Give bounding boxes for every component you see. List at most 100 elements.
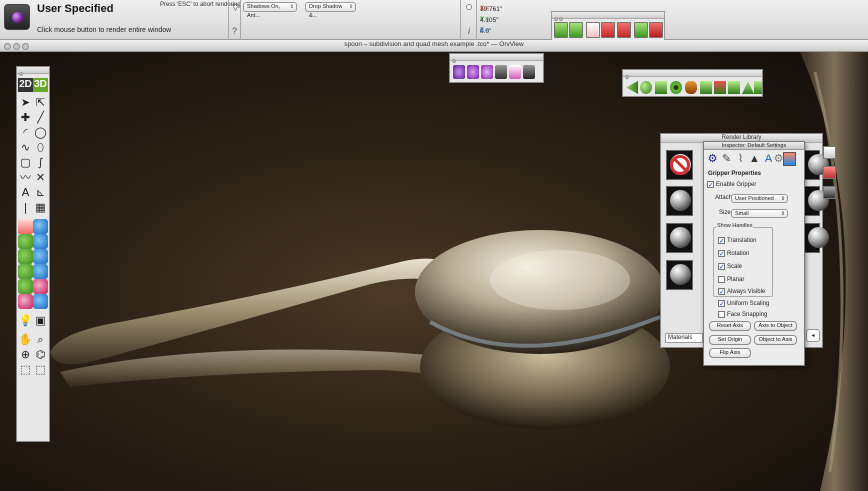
mode-3d-button[interactable]: 3D [33, 78, 48, 92]
render-icon[interactable]: ▣ [33, 313, 48, 328]
gear-prim-icon[interactable] [714, 81, 726, 94]
arc-icon[interactable]: ◜ [18, 125, 33, 140]
funnel-icon[interactable]: ▽ [232, 2, 239, 13]
size-select[interactable]: Small ⇕ [731, 209, 788, 218]
gripper-tab-icon[interactable] [783, 152, 796, 166]
material-swatch[interactable] [666, 223, 693, 253]
render-window-icon[interactable] [509, 65, 521, 79]
loft-icon[interactable]: . [33, 234, 48, 249]
line-icon[interactable]: ╱ [33, 110, 48, 125]
helix-prim-icon[interactable] [728, 81, 740, 94]
sphere-icon[interactable]: . [18, 279, 33, 294]
cube-icon[interactable]: . [33, 264, 48, 279]
help-icon[interactable]: ? [232, 26, 237, 36]
coord-mode-radio[interactable] [466, 4, 472, 10]
drop-shadow-select[interactable]: Drop Shadow &... ⇕ [305, 2, 356, 19]
sphere-prim-icon[interactable] [640, 81, 652, 94]
always-visible-checkbox[interactable]: ✓ Always Visible [718, 288, 765, 296]
view-top-button[interactable] [617, 22, 631, 38]
orbit-icon[interactable]: ⊕ [18, 347, 33, 362]
cone-light-icon[interactable]: ▲ [748, 152, 761, 166]
cube-view-icon[interactable]: ⬚ [18, 362, 33, 377]
flip-axis-button[interactable]: Flip Axis [709, 348, 751, 358]
text-icon[interactable]: A [18, 185, 33, 200]
light-icon[interactable]: 💡 [18, 313, 33, 328]
rectangle-icon[interactable]: ▢ [18, 155, 33, 170]
pencil-icon[interactable]: ✎ [720, 152, 733, 166]
axis-to-object-button[interactable]: Axis to Object [754, 321, 797, 331]
render-region-icon[interactable] [467, 65, 479, 79]
shadows-mode-select[interactable]: Shadows On, Ant... ⇕ [243, 2, 297, 19]
material-swatch[interactable] [666, 186, 693, 216]
render-settings-icon[interactable] [495, 65, 507, 79]
walk-icon[interactable]: ⌬ [33, 347, 48, 362]
info-icon[interactable]: i [468, 26, 470, 36]
render-selection-icon[interactable] [481, 65, 493, 79]
dimension-icon[interactable]: ⊾ [33, 185, 48, 200]
uniform-scaling-checkbox[interactable]: ✓ Uniform Scaling [718, 300, 769, 308]
material-swatch[interactable] [804, 150, 829, 180]
circle-icon[interactable]: ◯ [33, 125, 48, 140]
reset-axis-button[interactable]: Reset Axis [709, 321, 751, 331]
boolean-icon[interactable]: . [18, 264, 33, 279]
point-icon[interactable]: ✚ [18, 110, 33, 125]
attach-select[interactable]: User Positioned ⇕ [731, 194, 788, 203]
camera-icon[interactable]: ⬚ [33, 362, 48, 377]
zoom-icon[interactable]: ⌕ [33, 332, 48, 347]
view-front-button[interactable] [586, 22, 600, 38]
material-swatch[interactable] [666, 260, 693, 290]
material-none-swatch[interactable] [666, 150, 693, 180]
set-origin-button[interactable]: Set Origin [709, 335, 751, 345]
enable-gripper-checkbox[interactable]: ✓ Enable Gripper [707, 181, 756, 189]
cone-prim-icon[interactable] [742, 81, 754, 94]
rotation-checkbox[interactable]: ✓ Rotation [718, 250, 749, 258]
spiral-icon[interactable]: ∿ [18, 140, 33, 155]
box-prim-icon[interactable] [700, 81, 712, 94]
wedge-icon[interactable] [626, 81, 638, 94]
gear-icon[interactable]: ⚙ [706, 152, 719, 166]
revolve-icon[interactable]: . [33, 219, 48, 234]
ellipse-icon[interactable]: ⬯ [33, 140, 48, 155]
planar-checkbox[interactable]: Planar [718, 276, 744, 283]
view-back-button[interactable] [601, 22, 615, 38]
selection-arrow-icon[interactable]: ➤ [18, 95, 33, 110]
shell-icon[interactable]: . [33, 249, 48, 264]
view-bottom-button[interactable] [649, 22, 663, 38]
direct-select-icon[interactable]: ⇱ [33, 95, 48, 110]
library-tool-icon[interactable] [823, 146, 836, 159]
material-swatch[interactable] [804, 186, 829, 216]
bezier-icon[interactable]: ∫ [33, 155, 48, 170]
mode-2d-button[interactable]: 2D [18, 78, 33, 92]
scale-checkbox[interactable]: ✓ Scale [718, 263, 742, 271]
material-swatch[interactable] [804, 223, 829, 253]
trim-icon[interactable]: ✕ [33, 170, 48, 185]
cube-prim-icon[interactable] [655, 81, 667, 94]
object-to-axis-button[interactable]: Object to Axis [754, 335, 797, 345]
render-camera-icon[interactable] [4, 4, 30, 30]
library-tool-icon[interactable] [823, 186, 836, 199]
capsule-prim-icon[interactable] [685, 81, 697, 94]
torus-icon[interactable]: . [18, 294, 33, 309]
library-action-button[interactable]: ◂ [806, 329, 820, 342]
vertical-line-icon[interactable]: | [18, 200, 33, 215]
sweep-icon[interactable]: . [18, 234, 33, 249]
view-iso-button[interactable] [634, 22, 648, 38]
view-right-button[interactable] [569, 22, 583, 38]
brush-icon[interactable]: ⌇ [734, 152, 747, 166]
spring-prim-icon[interactable] [754, 81, 762, 94]
render-film-icon[interactable] [523, 65, 535, 79]
translation-checkbox[interactable]: ✓ Translation [718, 237, 756, 245]
cone-icon[interactable]: . [33, 279, 48, 294]
hatch-icon[interactable]: ▦ [33, 200, 48, 215]
mesh-icon[interactable]: . [33, 294, 48, 309]
hand-pan-icon[interactable]: ✋ [18, 332, 33, 347]
fillet-icon[interactable]: . [18, 249, 33, 264]
face-snapping-checkbox[interactable]: Face Snapping [718, 311, 767, 318]
library-tool-icon[interactable] [823, 166, 836, 179]
torus-prim-icon[interactable] [670, 81, 682, 94]
extrude-icon[interactable]: . [18, 219, 33, 234]
materials-select[interactable]: Materials [665, 333, 703, 343]
view-left-button[interactable] [554, 22, 568, 38]
freehand-icon[interactable]: 〰 [18, 170, 33, 185]
camera-render-icon[interactable] [453, 65, 465, 79]
